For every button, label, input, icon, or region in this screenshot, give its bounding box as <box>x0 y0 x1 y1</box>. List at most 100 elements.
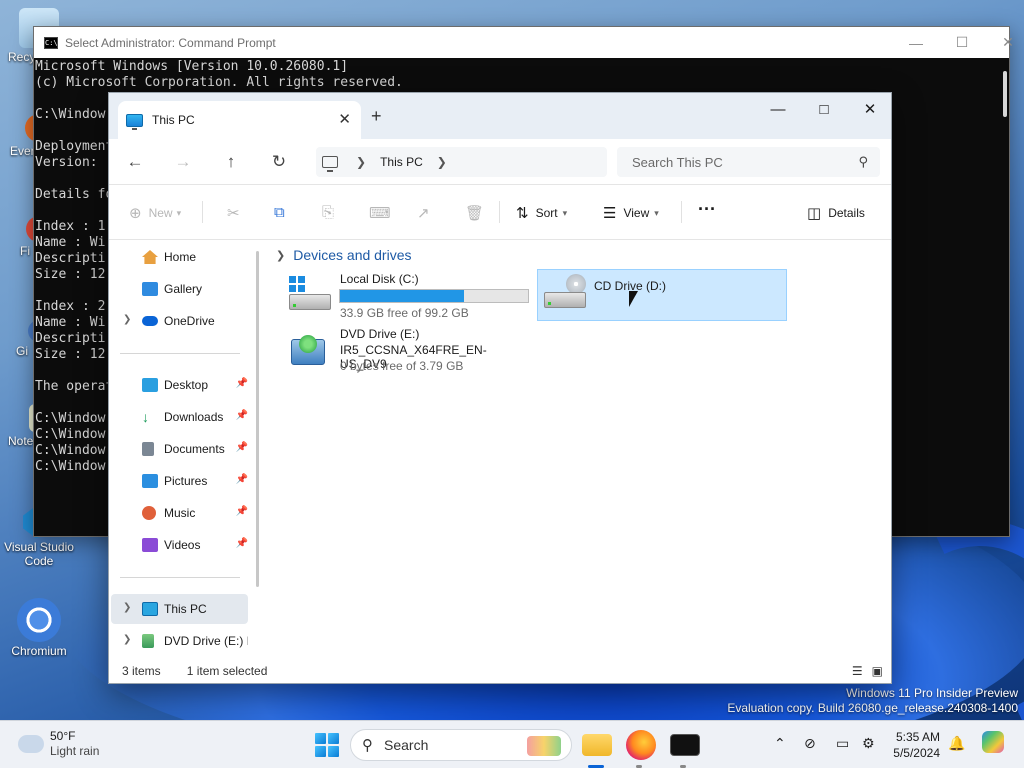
drive-dvd-e[interactable]: DVD Drive (E:) IR5_CCSNA_X64FRE_EN-US_DV… <box>283 327 533 379</box>
tab-close-icon[interactable]: ✕ <box>338 110 351 128</box>
rain-cloud-icon <box>18 735 44 753</box>
chevron-right-icon[interactable]: ❯ <box>356 155 366 169</box>
nav-item-pictures[interactable]: Pictures 📌 <box>111 466 248 496</box>
clock-time: 5:35 AM <box>895 730 940 744</box>
explorer-close-button[interactable]: ✕ <box>847 93 893 125</box>
console-line: Microsoft Windows [Version 10.0.26080.1] <box>35 59 349 74</box>
evaluation-watermark: Windows 11 Pro Insider Preview Evaluatio… <box>727 686 1018 716</box>
details-pane-button[interactable]: ◫ Details <box>807 204 865 222</box>
more-options-button[interactable]: ··· <box>698 199 716 220</box>
sort-button[interactable]: ⇅ Sort ▾ <box>516 204 567 222</box>
cmd-maximize-button[interactable]: ☐ <box>939 27 985 58</box>
details-label: Details <box>828 206 865 220</box>
drive-cd-d[interactable]: CD Drive (D:) <box>537 269 787 321</box>
this-pc-icon <box>142 602 158 616</box>
details-view-icon[interactable]: ☰ <box>852 664 863 678</box>
cmd-minimize-button[interactable]: — <box>893 27 939 58</box>
explorer-command-bar: ⊕ New ▾ ✂ ⧉ ⎘ ⌨ ↗ 🗑 ⇅ Sort ▾ ☰ View ▾ ··… <box>109 185 891 240</box>
network-off-icon[interactable]: ⊘ <box>804 735 816 752</box>
nav-item-music[interactable]: Music 📌 <box>111 498 248 528</box>
navigation-pane[interactable]: Home Gallery ❯ OneDrive Desktop 📌 ↓ Down… <box>109 241 259 661</box>
refresh-button[interactable]: ↻ <box>266 150 292 174</box>
device-icon[interactable]: ▭ <box>836 735 849 752</box>
tab-title: This PC <box>152 113 195 127</box>
address-bar[interactable]: ❯ This PC ❯ <box>316 147 607 177</box>
view-label: View <box>623 206 650 220</box>
chromium-icon <box>17 598 61 642</box>
windows-logo-tile <box>315 746 326 757</box>
cmd-scrollbar-thumb[interactable] <box>1003 71 1007 117</box>
nav-item-gallery[interactable]: Gallery <box>111 274 248 304</box>
chevron-right-icon[interactable]: ❯ <box>123 634 131 645</box>
copilot-icon[interactable] <box>982 731 1004 753</box>
paste-button[interactable]: ⎘ <box>322 204 341 221</box>
back-button[interactable]: ← <box>122 150 148 174</box>
start-button[interactable] <box>315 733 339 757</box>
firefox-taskbar-icon[interactable] <box>626 730 656 760</box>
rename-button[interactable]: ⌨ <box>369 204 398 222</box>
chevron-down-icon[interactable]: ❯ <box>276 249 285 262</box>
nav-item-documents[interactable]: Documents 📌 <box>111 434 248 464</box>
breadcrumb-this-pc[interactable]: This PC <box>380 155 423 169</box>
group-title: Devices and drives <box>293 247 412 263</box>
pin-icon: 📌 <box>235 506 248 517</box>
file-explorer-taskbar-icon[interactable] <box>582 734 612 756</box>
sort-label: Sort <box>535 206 558 220</box>
nav-label: Music <box>164 506 196 520</box>
explorer-maximize-button[interactable]: □ <box>801 93 847 125</box>
cd-drive-icon <box>544 274 586 310</box>
explorer-minimize-button[interactable]: — <box>755 93 801 125</box>
taskbar-search-box[interactable]: ⚲ Search <box>350 729 572 761</box>
copy-button[interactable]: ⧉ <box>274 204 292 221</box>
new-tab-button[interactable]: + <box>371 106 382 127</box>
documents-icon <box>142 442 154 456</box>
chevron-up-icon[interactable]: ⌃ <box>774 735 786 752</box>
up-button[interactable]: ↑ <box>218 150 244 174</box>
system-clock[interactable]: 5:35 AM 5/5/2024 <box>893 729 940 761</box>
view-button[interactable]: ☰ View ▾ <box>603 204 659 222</box>
new-button[interactable]: ⊕ New ▾ <box>129 204 181 222</box>
chevron-right-icon[interactable]: ❯ <box>123 314 131 325</box>
settings-status-icon[interactable]: ⚙ <box>862 735 875 752</box>
chevron-right-icon[interactable]: ❯ <box>437 155 447 169</box>
forward-button[interactable]: → <box>170 150 196 174</box>
command-prompt-taskbar-icon[interactable] <box>670 734 700 756</box>
nav-item-downloads[interactable]: ↓ Downloads 📌 <box>111 402 248 432</box>
cmd-close-button[interactable]: ✕ <box>985 27 1024 58</box>
rename-icon: ⌨ <box>369 205 391 222</box>
pin-icon: 📌 <box>235 538 248 549</box>
nav-item-dvd-drive[interactable]: ❯ DVD Drive (E:) IR <box>111 626 248 656</box>
share-button[interactable]: ↗ <box>417 204 437 222</box>
explorer-tab-this-pc[interactable]: This PC ✕ <box>118 101 361 139</box>
cmd-title-bar[interactable]: C:\ Select Administrator: Command Prompt <box>34 27 1009 58</box>
chevron-right-icon[interactable]: ❯ <box>123 602 131 613</box>
cut-button[interactable]: ✂ <box>227 204 247 222</box>
nav-label: Desktop <box>164 378 209 392</box>
hard-disk-icon <box>289 276 331 312</box>
nav-label: Documents <box>164 442 225 456</box>
cmd-window-title: Select Administrator: Command Prompt <box>65 35 276 50</box>
new-label: New <box>148 206 173 220</box>
file-explorer-window[interactable]: This PC ✕ + — □ ✕ ← → ↑ ↻ ❯ This PC ❯ Se… <box>108 92 892 684</box>
chevron-down-icon: ▾ <box>562 207 568 218</box>
delete-button[interactable]: 🗑 <box>465 204 491 222</box>
drive-local-disk-c[interactable]: Local Disk (C:) 33.9 GB free of 99.2 GB <box>283 272 533 324</box>
nav-item-home[interactable]: Home <box>111 242 248 272</box>
group-header-devices[interactable]: ❯ Devices and drives <box>276 247 412 263</box>
desktop-icon-chromium[interactable]: Chromium <box>0 598 78 658</box>
nav-label: Gallery <box>164 282 203 296</box>
videos-icon <box>142 538 158 552</box>
nav-pane-scrollbar[interactable] <box>256 251 259 587</box>
chevron-down-icon: ▾ <box>654 207 659 218</box>
nav-item-videos[interactable]: Videos 📌 <box>111 530 248 560</box>
search-box[interactable]: Search This PC ⚲ <box>617 147 880 177</box>
weather-widget[interactable]: 50°F Light rain <box>18 729 99 759</box>
notification-bell-icon[interactable]: 🔔 <box>948 735 965 752</box>
desktop-folder-icon <box>142 378 158 392</box>
nav-item-onedrive[interactable]: ❯ OneDrive <box>111 306 248 336</box>
content-pane[interactable]: ❯ Devices and drives Local Disk (C:) 33.… <box>269 241 891 661</box>
nav-item-this-pc[interactable]: ❯ This PC <box>111 594 248 624</box>
nav-item-desktop[interactable]: Desktop 📌 <box>111 370 248 400</box>
tiles-view-icon[interactable]: ▣ <box>872 664 883 678</box>
toolbar-divider <box>202 201 203 223</box>
